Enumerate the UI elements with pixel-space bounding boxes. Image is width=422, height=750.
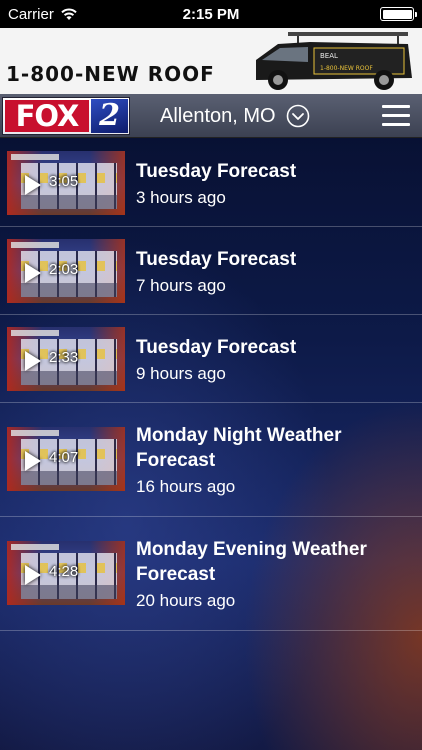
video-thumbnail[interactable]: 4:07: [7, 427, 125, 491]
video-title[interactable]: Tuesday Forecast: [136, 159, 406, 184]
location-label: Allenton, MO: [160, 104, 276, 127]
thumb-header: [11, 544, 59, 550]
video-list: 3:05 Tuesday Forecast 3 hours ago 2:03 T…: [0, 139, 422, 631]
video-duration: 4:28: [49, 563, 79, 580]
wifi-icon: [61, 8, 77, 20]
fox2-logo[interactable]: FOX 2: [2, 97, 130, 135]
video-list-item[interactable]: 2:33 Tuesday Forecast 9 hours ago: [0, 315, 422, 403]
ad-banner[interactable]: 1-800-NEW ROOF BEAL 1-800-NEW ROOF: [0, 28, 422, 94]
video-thumbnail[interactable]: 3:05: [7, 151, 125, 215]
video-thumbnail[interactable]: 2:03: [7, 239, 125, 303]
battery-level: [382, 9, 412, 19]
video-age: 20 hours ago: [136, 591, 236, 610]
truck-image: BEAL 1-800-NEW ROOF: [256, 32, 412, 90]
battery-icon: [380, 7, 417, 21]
play-icon[interactable]: [25, 451, 41, 471]
video-title[interactable]: Tuesday Forecast: [136, 247, 406, 272]
video-list-item[interactable]: 4:28 Monday Evening Weather Forecast 20 …: [0, 517, 422, 631]
video-duration: 4:07: [49, 449, 79, 466]
logo-number: 2: [91, 99, 128, 133]
ad-phone-number: 1-800-NEW ROOF: [6, 62, 215, 86]
video-thumbnail[interactable]: 2:33: [7, 327, 125, 391]
video-thumbnail[interactable]: 4:28: [7, 541, 125, 605]
menu-bar: [382, 105, 410, 108]
menu-bar: [382, 123, 410, 126]
video-duration: 2:03: [49, 261, 79, 278]
thumb-header: [11, 154, 59, 160]
thumb-header: [11, 430, 59, 436]
play-icon[interactable]: [25, 175, 41, 195]
video-list-item[interactable]: 4:07 Monday Night Weather Forecast 16 ho…: [0, 403, 422, 517]
chevron-down-circle-icon: [286, 104, 309, 128]
video-title[interactable]: Tuesday Forecast: [136, 335, 406, 360]
thumb-header: [11, 242, 59, 248]
video-list-item[interactable]: 3:05 Tuesday Forecast 3 hours ago: [0, 139, 422, 227]
video-age: 9 hours ago: [136, 364, 226, 383]
truck-sign-phone: 1-800-NEW ROOF: [320, 65, 373, 72]
video-title[interactable]: Monday Evening Weather Forecast: [136, 537, 406, 587]
status-bar: Carrier 2:15 PM: [0, 0, 422, 28]
thumb-header: [11, 330, 59, 336]
video-title[interactable]: Monday Night Weather Forecast: [136, 423, 406, 473]
play-icon[interactable]: [25, 565, 41, 585]
video-duration: 3:05: [49, 173, 79, 190]
carrier-label: Carrier: [8, 5, 54, 23]
location-selector[interactable]: Allenton, MO: [160, 94, 310, 138]
video-age: 16 hours ago: [136, 477, 236, 496]
play-icon[interactable]: [25, 351, 41, 371]
truck-sign-name: BEAL: [320, 52, 338, 60]
video-list-item[interactable]: 2:03 Tuesday Forecast 7 hours ago: [0, 227, 422, 315]
video-duration: 2:33: [49, 349, 79, 366]
video-age: 7 hours ago: [136, 276, 226, 295]
menu-bar: [382, 114, 410, 117]
logo-fox-text: FOX: [5, 100, 89, 132]
play-icon[interactable]: [25, 263, 41, 283]
nav-bar: FOX 2 Allenton, MO: [0, 94, 422, 138]
hamburger-menu-icon[interactable]: [382, 105, 410, 127]
video-age: 3 hours ago: [136, 188, 226, 207]
